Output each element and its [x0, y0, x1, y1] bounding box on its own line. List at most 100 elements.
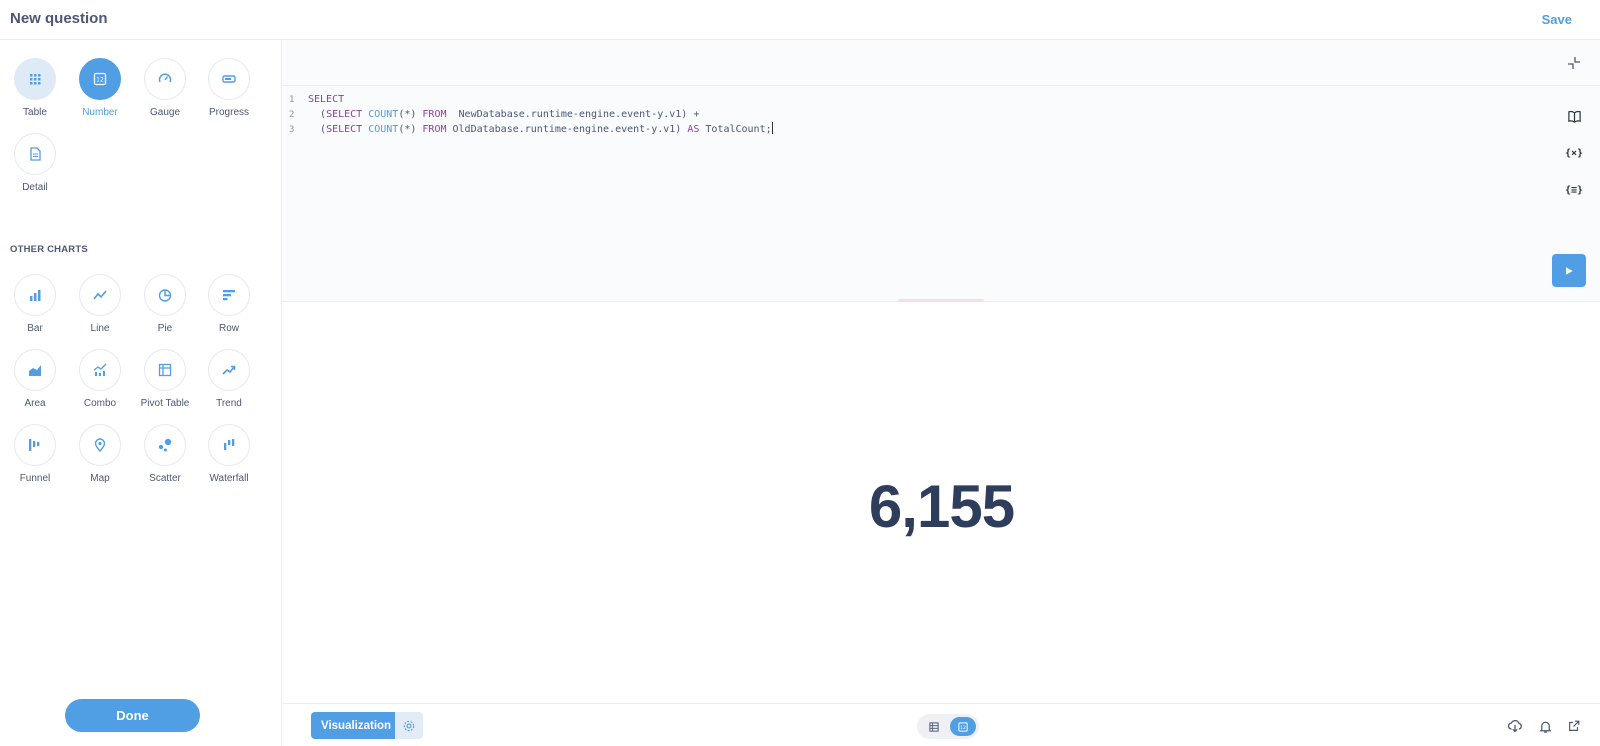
result-panel: 6,155	[283, 302, 1600, 703]
sql-text: (*)	[398, 124, 423, 135]
chart-type-funnel[interactable]: Funnel	[3, 424, 67, 498]
svg-text:12: 12	[960, 724, 966, 730]
sql-function: COUNT	[362, 124, 399, 135]
visualization-sidebar: Table 12 Number Gauge Progress Detail OT…	[0, 40, 282, 746]
code-line: 2 (SELECT COUNT(*) FROM NewDatabase.runt…	[289, 108, 773, 123]
funnel-icon	[14, 424, 56, 466]
chart-type-scatter[interactable]: Scatter	[133, 424, 197, 498]
editor-toolbar	[283, 40, 1600, 86]
chart-type-progress[interactable]: Progress	[197, 58, 261, 132]
bar-chart-icon	[14, 274, 56, 316]
other-charts-heading: OTHER CHARTS	[10, 244, 88, 255]
play-icon	[1566, 266, 1573, 275]
line-number: 3	[289, 125, 295, 135]
sql-function: COUNT	[362, 108, 399, 120]
sql-text: (*)	[398, 108, 423, 120]
gear-icon	[403, 720, 415, 731]
detail-icon	[14, 133, 56, 175]
chart-type-combo[interactable]: Combo	[68, 349, 132, 423]
visualization-button[interactable]: Visualization	[311, 712, 402, 739]
combo-chart-icon	[79, 349, 121, 391]
progress-icon	[208, 58, 250, 100]
chart-type-gauge[interactable]: Gauge	[133, 58, 197, 132]
number-icon: 12	[958, 721, 968, 732]
code-line: 3 (SELECT COUNT(*) FROM OldDatabase.runt…	[289, 122, 773, 138]
sql-keyword: SELECT	[326, 124, 363, 135]
editor-side-tools: {×} {≡}	[1564, 106, 1584, 217]
chart-type-label: Scatter	[149, 473, 181, 484]
waterfall-icon	[208, 424, 250, 466]
row-chart-icon	[208, 274, 250, 316]
data-reference-book-icon[interactable]	[1564, 106, 1584, 126]
sql-text: (	[308, 124, 327, 135]
collapse-editor-icon[interactable]	[1566, 55, 1582, 71]
chart-type-label: Row	[218, 323, 239, 334]
area-chart-icon	[14, 349, 56, 391]
sql-text: NewDatabase.runtime-engine.event-y.v1) +	[446, 108, 700, 120]
chart-type-label: Waterfall	[209, 473, 249, 484]
gauge-icon	[144, 58, 186, 100]
view-footer: Visualization 12	[283, 703, 1600, 746]
chart-type-map[interactable]: Map	[68, 424, 132, 498]
code-line: 1 SELECT	[289, 93, 773, 108]
chart-type-label: Area	[24, 398, 46, 409]
top-bar: New question Save	[0, 0, 1600, 40]
table-visualization-toggle: 12	[917, 714, 979, 739]
chart-type-pivot-table[interactable]: Pivot Table	[133, 349, 197, 423]
chart-type-trend[interactable]: Trend	[197, 349, 261, 423]
chart-type-waterfall[interactable]: Waterfall	[197, 424, 261, 498]
chart-type-label: Detail	[22, 182, 48, 193]
bell-alert-icon[interactable]	[1536, 717, 1554, 735]
line-chart-icon	[79, 274, 121, 316]
chart-type-label: Map	[90, 473, 110, 484]
chart-type-detail[interactable]: Detail	[3, 133, 67, 207]
chart-type-line[interactable]: Line	[68, 274, 132, 348]
sql-keyword: FROM	[422, 108, 447, 120]
sql-keyword: AS	[687, 124, 700, 135]
snippets-icon[interactable]: {≡}	[1564, 180, 1584, 200]
svg-text:12: 12	[96, 77, 104, 84]
sql-keyword: FROM	[422, 124, 447, 135]
sql-text: OldDatabase.runtime-engine.event-y.v1)	[446, 124, 688, 135]
scalar-value: 6,155	[868, 473, 1015, 540]
visualization-settings-button[interactable]	[395, 712, 423, 739]
native-query-editor[interactable]: 1 SELECT 2 (SELECT COUNT(*) FROM NewDatab…	[283, 40, 1600, 303]
scatter-icon	[144, 424, 186, 466]
line-number: 1	[289, 95, 295, 105]
download-icon[interactable]	[1506, 717, 1524, 735]
chart-type-area[interactable]: Area	[3, 349, 67, 423]
chart-type-label: Progress	[208, 107, 249, 118]
done-button[interactable]: Done	[65, 699, 200, 732]
chart-type-number[interactable]: 12 Number	[68, 58, 132, 132]
chart-type-row[interactable]: Row	[197, 274, 261, 348]
chart-type-pie[interactable]: Pie	[133, 274, 197, 348]
save-button[interactable]: Save	[1542, 12, 1572, 27]
show-table-toggle[interactable]	[921, 717, 947, 736]
page-title: New question	[10, 10, 108, 27]
pivot-table-icon	[144, 349, 186, 391]
chart-type-label: Funnel	[19, 473, 51, 484]
show-visualization-toggle[interactable]: 12	[950, 717, 976, 736]
chart-type-label: Combo	[83, 398, 117, 409]
chart-type-label: Bar	[27, 323, 43, 334]
sql-text: TotalCount;	[699, 124, 772, 135]
chart-type-label: Line	[90, 323, 110, 334]
map-pin-icon	[79, 424, 121, 466]
variables-icon[interactable]: {×}	[1564, 143, 1584, 163]
share-external-icon[interactable]	[1565, 717, 1583, 735]
line-number: 2	[289, 109, 295, 120]
sql-code[interactable]: 1 SELECT 2 (SELECT COUNT(*) FROM NewDatab…	[289, 93, 773, 138]
table-grid-icon	[929, 721, 939, 732]
table-icon	[14, 58, 56, 100]
chart-type-label: Trend	[216, 398, 242, 409]
number-icon: 12	[79, 58, 121, 100]
chart-type-label: Pivot Table	[140, 398, 190, 409]
sql-text: (	[308, 108, 327, 120]
chart-type-table[interactable]: Table	[3, 58, 67, 132]
chart-type-label: Number	[82, 107, 118, 118]
text-cursor	[771, 122, 773, 134]
run-query-button[interactable]	[1552, 254, 1586, 287]
chart-type-label: Pie	[157, 323, 173, 334]
chart-type-bar[interactable]: Bar	[3, 274, 67, 348]
sql-keyword: SELECT	[326, 108, 363, 120]
